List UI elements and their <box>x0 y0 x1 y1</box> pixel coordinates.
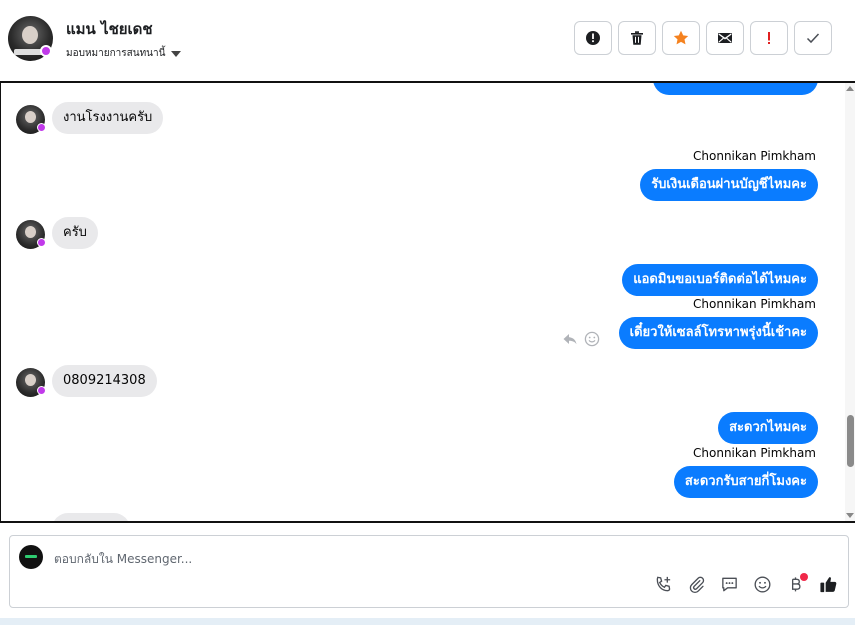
mark-unread-button[interactable] <box>706 21 744 55</box>
page-avatar <box>19 545 43 569</box>
sender-name: Chonnikan Pimkham <box>693 297 816 311</box>
message-bubble-partial <box>52 513 130 521</box>
conversation-header: แมน ไชยเดช มอบหมายการสนทนานี้ <box>0 0 855 81</box>
sender-name: Chonnikan Pimkham <box>693 446 816 460</box>
delete-button[interactable] <box>618 21 656 55</box>
done-button[interactable] <box>794 21 832 55</box>
message-bubble-outgoing[interactable]: เดี๋ยวให้เซลล์โทรหาพรุ่งนี้เช้าคะ <box>618 317 818 349</box>
notification-dot <box>800 573 808 581</box>
sender-name: Chonnikan Pimkham <box>693 149 816 163</box>
scroll-down-arrow-icon[interactable] <box>846 513 854 518</box>
message-bubble-incoming[interactable]: 0809214308 <box>52 365 157 397</box>
messenger-badge-icon <box>37 123 46 132</box>
react-smiley-icon[interactable] <box>584 331 600 347</box>
avatar-face <box>25 374 36 386</box>
reply-icon[interactable] <box>562 331 578 347</box>
report-button[interactable] <box>574 21 612 55</box>
message-bubble-incoming[interactable]: งานโรงงานครับ <box>52 102 164 134</box>
chat-bubble-icon <box>722 577 737 592</box>
reply-input[interactable]: ตอบกลับใน Messenger... <box>54 550 192 569</box>
exclamation-icon <box>768 32 770 44</box>
avatar-face <box>25 226 36 238</box>
important-button[interactable] <box>750 21 788 55</box>
call-button[interactable] <box>654 575 673 598</box>
assign-label: มอบหมายการสนทนานี้ <box>66 48 166 59</box>
message-bubble-partial <box>653 83 818 95</box>
sender-avatar[interactable] <box>16 220 46 249</box>
header-actions <box>574 21 832 55</box>
avatar-face <box>25 111 36 123</box>
avatar-face <box>22 26 38 44</box>
message-bubble-outgoing[interactable]: แอดมินขอเบอร์ติดต่อได้ไหมคะ <box>622 264 818 296</box>
message-bubble-outgoing[interactable]: รับเงินเดือนผ่านบัญชีไหมคะ <box>640 169 818 201</box>
contact-name[interactable]: แมน ไชยเดช <box>66 17 153 41</box>
smiley-icon <box>754 576 771 593</box>
reply-composer[interactable]: ตอบกลับใน Messenger... <box>9 535 849 608</box>
star-icon <box>673 30 689 45</box>
emoji-button[interactable] <box>753 575 772 598</box>
check-icon <box>806 33 820 44</box>
thumbs-up-icon <box>820 577 837 593</box>
envelope-icon <box>718 33 732 43</box>
star-button[interactable] <box>662 21 700 55</box>
like-button[interactable] <box>819 575 838 598</box>
scroll-up-arrow-icon[interactable] <box>846 86 854 91</box>
messenger-badge-icon <box>37 238 46 247</box>
message-bubble-outgoing[interactable]: สะดวกไหมคะ <box>718 412 818 444</box>
contact-avatar[interactable] <box>8 16 53 61</box>
messenger-badge-icon <box>40 45 52 57</box>
saved-replies-button[interactable] <box>720 575 739 598</box>
message-hover-actions <box>562 331 600 347</box>
paperclip-icon <box>689 576 705 594</box>
page-logo-bar <box>25 555 37 558</box>
alert-circle-icon <box>586 31 600 45</box>
scrollbar[interactable] <box>845 83 855 521</box>
scrollbar-thumb[interactable] <box>847 415 854 467</box>
message-bubble-incoming[interactable]: ครับ <box>52 217 98 249</box>
sender-avatar[interactable] <box>16 105 46 134</box>
composer-tools <box>654 573 838 598</box>
sender-avatar[interactable] <box>16 368 46 397</box>
messenger-badge-icon <box>37 386 46 395</box>
message-thread[interactable]: งานโรงงานครับ Chonnikan Pimkham รับเงินเ… <box>0 81 855 523</box>
bottom-strip <box>0 618 855 625</box>
attach-button[interactable] <box>687 575 706 598</box>
caret-down-icon <box>171 50 182 57</box>
phone-plus-icon <box>656 576 671 592</box>
message-bubble-outgoing[interactable]: สะดวกรับสายกี่โมงคะ <box>673 466 818 498</box>
trash-icon <box>631 31 643 45</box>
assign-conversation-dropdown[interactable]: มอบหมายการสนทนานี้ <box>66 46 182 61</box>
payment-button[interactable] <box>786 573 808 598</box>
